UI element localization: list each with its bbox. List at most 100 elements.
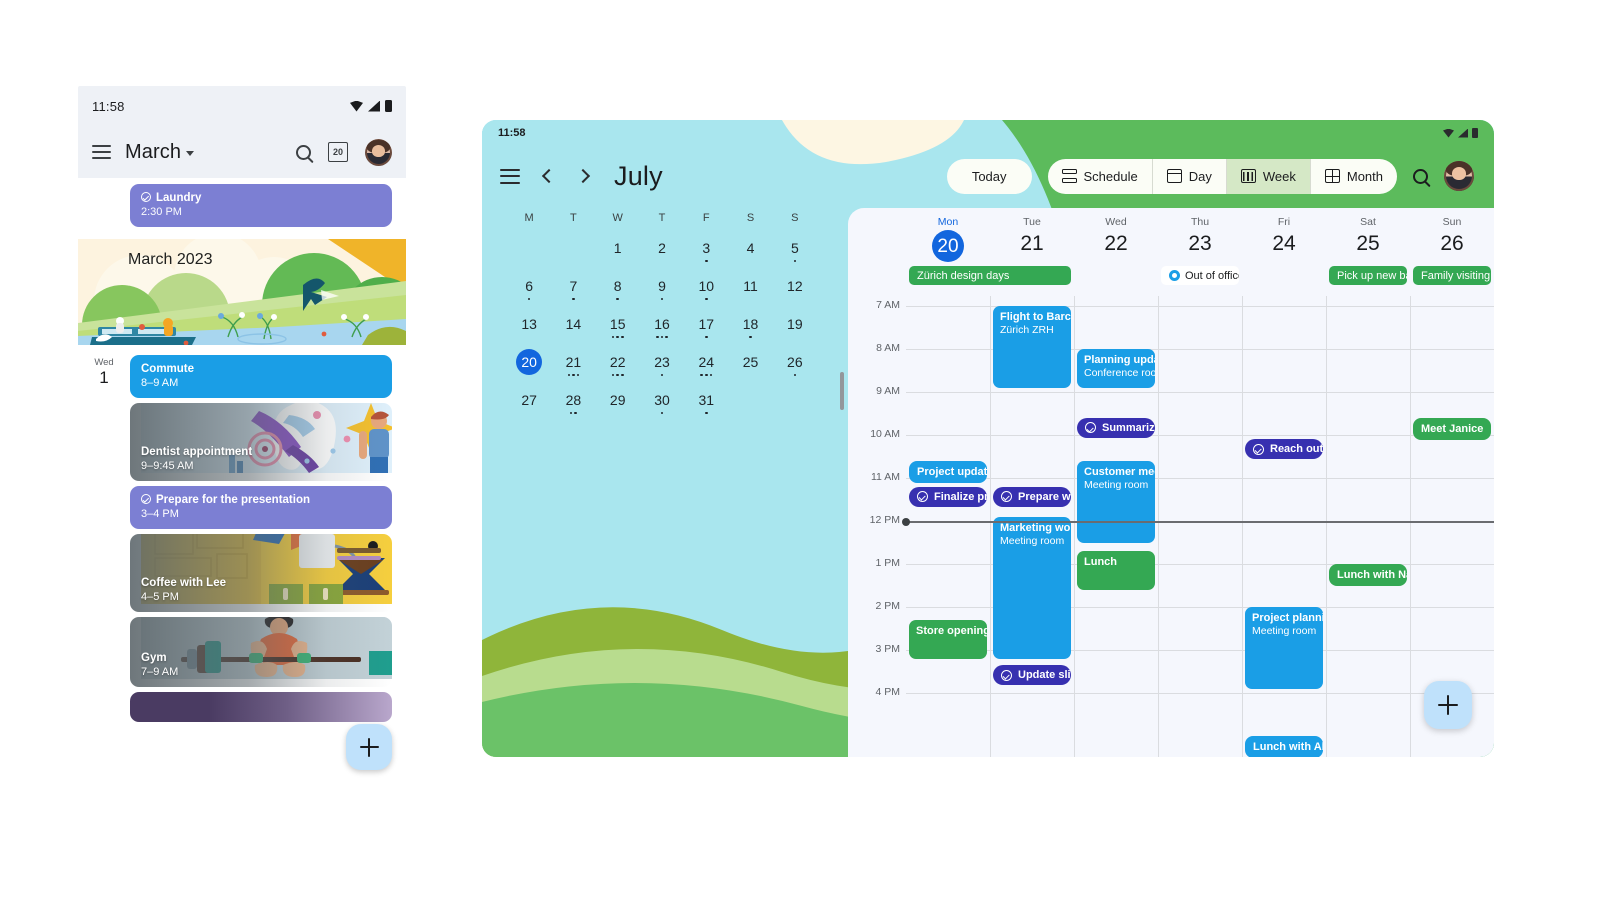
event-title: Marketing workshop <box>1000 521 1071 534</box>
calendar-event[interactable]: Lunch with Nadia <box>1329 564 1407 586</box>
mini-calendar-day-29[interactable]: 29 <box>596 390 640 422</box>
calendar-event[interactable]: Planning updateConference room <box>1077 349 1155 388</box>
list-item[interactable]: Commute 8–9 AM <box>130 355 392 398</box>
list-item[interactable]: Laundry 2:30 PM <box>130 184 392 227</box>
chevron-left-icon[interactable] <box>541 168 557 184</box>
list-item[interactable]: Gym 7–9 AM <box>130 617 392 687</box>
mini-calendar-day-1[interactable]: 1 <box>596 238 640 270</box>
all-day-event[interactable]: Pick up new badge <box>1329 266 1407 285</box>
hamburger-menu-icon[interactable] <box>92 145 111 159</box>
mini-calendar-day-4[interactable]: 4 <box>728 238 772 270</box>
mini-calendar-day-24[interactable]: 24 <box>684 352 728 384</box>
week-day-weekday: Thu <box>1190 216 1210 228</box>
week-day-column-header-20[interactable]: Mon 20 <box>906 215 990 262</box>
mini-calendar-day-2[interactable]: 2 <box>640 238 684 270</box>
mini-calendar-day-22[interactable]: 22 <box>596 352 640 384</box>
phone-app-bar: March 20 <box>78 126 406 178</box>
mini-calendar-day-13[interactable]: 13 <box>507 314 551 346</box>
calendar-event[interactable]: Flight to BarcelonaZürich ZRH <box>993 306 1071 388</box>
mini-calendar-day-26[interactable]: 26 <box>773 352 817 384</box>
mini-calendar-day-17[interactable]: 17 <box>684 314 728 346</box>
mini-calendar-weekday: T <box>658 212 666 224</box>
week-day-number: 24 <box>1272 232 1296 255</box>
event-dots <box>569 410 578 416</box>
calendar-event[interactable]: Project update <box>909 460 987 483</box>
mini-calendar-day-12[interactable]: 12 <box>773 276 817 308</box>
calendar-event[interactable]: Customer meetingMeeting room <box>1077 460 1155 543</box>
mini-calendar-day-30[interactable]: 30 <box>640 390 684 422</box>
mini-calendar-day-19[interactable]: 19 <box>773 314 817 346</box>
week-day-column-header-22[interactable]: Wed 22 <box>1074 215 1158 262</box>
list-item[interactable]: Coffee with Lee 4–5 PM <box>130 534 392 612</box>
avatar[interactable] <box>1444 161 1474 191</box>
calendar-event[interactable]: Lunch with Alex <box>1245 736 1323 757</box>
tab-week[interactable]: Week <box>1226 158 1311 194</box>
week-day-column-header-21[interactable]: Tue 21 <box>990 215 1074 262</box>
mini-calendar-day-11[interactable]: 11 <box>728 276 772 308</box>
page-title[interactable]: March <box>125 141 195 164</box>
calendar-event[interactable]: Project planningMeeting room <box>1245 607 1323 689</box>
list-item[interactable]: Dentist appointment 9–9:45 AM <box>130 403 392 481</box>
calendar-event[interactable]: Reach out <box>1245 439 1323 460</box>
mini-calendar-day-14[interactable]: 14 <box>551 314 595 346</box>
list-item[interactable] <box>130 692 392 722</box>
all-day-event[interactable]: Family visiting <box>1413 266 1491 285</box>
mini-calendar-day-16[interactable]: 16 <box>640 314 684 346</box>
mini-calendar-day-3[interactable]: 3 <box>684 238 728 270</box>
week-day-column-header-23[interactable]: Thu 23 <box>1158 215 1242 262</box>
panel-resize-handle[interactable] <box>840 372 844 410</box>
create-event-fab[interactable] <box>1424 681 1472 729</box>
calendar-event[interactable]: Finalize presentation <box>909 486 987 507</box>
mini-calendar-day-15[interactable]: 15 <box>596 314 640 346</box>
list-item[interactable]: Prepare for the presentation 3–4 PM <box>130 486 392 529</box>
all-day-cell[interactable] <box>1074 265 1158 290</box>
mini-calendar-day-28[interactable]: 28 <box>551 390 595 422</box>
mini-calendar-day-23[interactable]: 23 <box>640 352 684 384</box>
wifi-icon <box>1443 128 1454 138</box>
week-grid-scroll[interactable]: 7 AM 8 AM 9 AM 10 AM 11 AM 12 PM 1 PM 2 PM 3 PM 4… <box>848 296 1494 757</box>
week-day-column-header-26[interactable]: Sun 26 <box>1410 215 1494 262</box>
chevron-right-icon[interactable] <box>575 168 591 184</box>
tab-month[interactable]: Month <box>1311 159 1397 194</box>
phone-agenda-scroll[interactable]: Laundry 2:30 PM March 2023 Wed 1 Commute… <box>78 184 406 722</box>
avatar[interactable] <box>365 138 392 166</box>
mini-calendar-day-27[interactable]: 27 <box>507 390 551 422</box>
mini-calendar-day-7[interactable]: 7 <box>551 276 595 308</box>
mini-calendar-day-21[interactable]: 21 <box>551 352 595 384</box>
week-day-column-header-25[interactable]: Sat 25 <box>1326 215 1410 262</box>
calendar-event[interactable]: Meet Janice <box>1413 417 1491 440</box>
calendar-event[interactable]: Summarize notes <box>1077 417 1155 438</box>
tab-schedule[interactable]: Schedule <box>1048 158 1153 194</box>
mini-calendar-day-6[interactable]: 6 <box>507 276 551 308</box>
week-day-weekday: Mon <box>937 216 959 228</box>
mini-calendar-day-number: 20 <box>516 349 543 375</box>
mini-calendar-day-10[interactable]: 10 <box>684 276 728 308</box>
jump-to-today-icon[interactable]: 20 <box>328 142 348 162</box>
mini-calendar-day-25[interactable]: 25 <box>728 352 772 384</box>
all-day-cell[interactable] <box>1242 265 1326 290</box>
tab-day[interactable]: Day <box>1153 158 1227 194</box>
all-day-event[interactable]: Out of office <box>1161 266 1239 285</box>
mini-calendar-weeks: 1 2 3 4 5 6 7 8 9 10 11 12 13 14 15 16 17 18 19 20 21 22 23 24 2… <box>507 238 817 422</box>
search-icon[interactable] <box>296 144 311 160</box>
mini-calendar-day-8[interactable]: 8 <box>596 276 640 308</box>
today-button[interactable]: Today <box>946 158 1032 194</box>
mini-calendar-day-9[interactable]: 9 <box>640 276 684 308</box>
calendar-event[interactable]: Prepare workshop <box>993 486 1071 507</box>
create-event-fab[interactable] <box>346 724 392 770</box>
event-dots <box>704 296 708 302</box>
event-title: Project update <box>917 465 987 478</box>
mini-calendar-day-31[interactable]: 31 <box>684 390 728 422</box>
mini-calendar-day-20[interactable]: 20 <box>507 349 551 384</box>
mini-calendar-day-18[interactable]: 18 <box>728 314 772 346</box>
all-day-event[interactable]: Zürich design days <box>909 266 1071 285</box>
mini-calendar-day-5[interactable]: 5 <box>773 238 817 270</box>
mini-month-calendar[interactable]: MTWTFSS 1 2 3 4 5 6 7 8 9 10 11 12 13 14 15 16 17 18 19 20 2… <box>507 212 817 428</box>
calendar-event[interactable]: Marketing workshopMeeting room <box>993 516 1071 659</box>
calendar-event[interactable]: Lunch <box>1077 551 1155 591</box>
hamburger-menu-icon[interactable] <box>500 168 520 184</box>
week-day-column-header-24[interactable]: Fri 24 <box>1242 215 1326 262</box>
calendar-event[interactable]: Update slides <box>993 665 1071 686</box>
search-icon[interactable] <box>1413 168 1428 184</box>
calendar-event[interactable]: Store opening <box>909 619 987 659</box>
